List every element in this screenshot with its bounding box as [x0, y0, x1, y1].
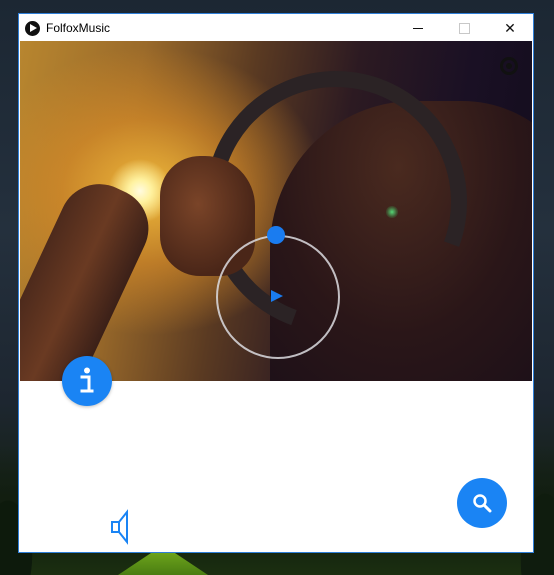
minimize-icon	[413, 27, 423, 29]
close-icon: ✕	[504, 19, 516, 36]
window-title: FolfoxMusic	[46, 21, 111, 35]
maximize-button[interactable]	[441, 14, 487, 42]
maximize-icon	[458, 22, 470, 34]
info-icon	[80, 367, 94, 393]
album-art	[20, 41, 532, 381]
search-icon	[473, 494, 492, 513]
album-art-arm	[20, 171, 162, 381]
app-window: FolfoxMusic ✕	[18, 13, 534, 553]
search-button[interactable]	[457, 478, 507, 528]
play-icon	[271, 290, 283, 302]
settings-button[interactable]	[500, 57, 518, 75]
seek-knob[interactable]	[267, 226, 285, 244]
volume-button[interactable]	[107, 509, 133, 545]
album-art-light	[386, 206, 398, 218]
close-button[interactable]: ✕	[487, 14, 533, 42]
info-button[interactable]	[62, 356, 112, 406]
window-controls: ✕	[395, 14, 533, 42]
app-logo-icon	[25, 20, 40, 36]
title-bar[interactable]: FolfoxMusic ✕	[19, 14, 533, 42]
volume-icon	[111, 509, 128, 545]
settings-icon	[506, 63, 512, 69]
minimize-button[interactable]	[395, 14, 441, 42]
play-button[interactable]	[270, 289, 284, 303]
